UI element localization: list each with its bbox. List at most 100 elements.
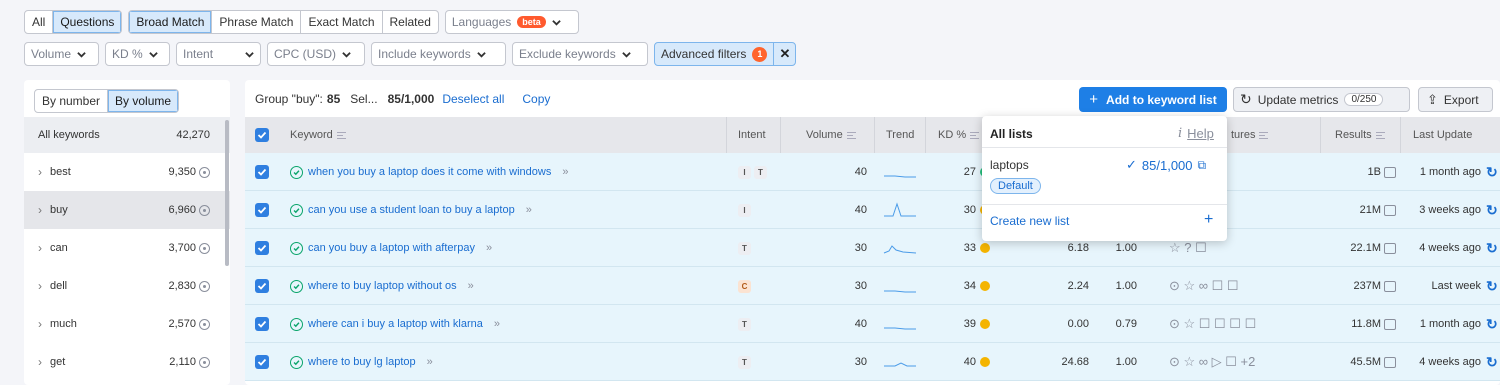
- check-circle-icon: [290, 165, 303, 179]
- add-to-keyword-list-button[interactable]: + Add to keyword list: [1079, 87, 1227, 112]
- exclude-keywords-dropdown[interactable]: Exclude keywords: [512, 42, 648, 66]
- chevron-right-icon[interactable]: ›: [38, 355, 42, 369]
- kd-cell: 40: [935, 343, 990, 381]
- all-keywords-row[interactable]: All keywords 42,270: [24, 117, 230, 153]
- group-item[interactable]: › can 3,700: [24, 229, 230, 267]
- advanced-filters-main[interactable]: Advanced filters 1: [655, 43, 773, 65]
- serp-snapshot-icon[interactable]: [1384, 204, 1396, 216]
- trend-column-header[interactable]: Trend: [886, 117, 914, 153]
- serp-features-column-header[interactable]: tures: [1231, 117, 1269, 153]
- group-item[interactable]: › best 9,350: [24, 153, 230, 191]
- results-column-header[interactable]: Results: [1335, 117, 1385, 153]
- row-checkbox[interactable]: [255, 305, 269, 343]
- chevron-right-icon[interactable]: ›: [38, 165, 42, 179]
- table-row[interactable]: where can i buy a laptop with klarna » T 40…: [245, 305, 1500, 343]
- intent-dropdown[interactable]: Intent: [176, 42, 261, 66]
- row-checkbox[interactable]: [255, 343, 269, 381]
- group-item[interactable]: › dell 2,830: [24, 267, 230, 305]
- select-all-checkbox[interactable]: [255, 117, 269, 153]
- export-button[interactable]: ⇪ Export: [1418, 87, 1493, 112]
- create-new-list-link[interactable]: Create new list: [990, 214, 1069, 228]
- double-chevron-icon[interactable]: »: [494, 318, 500, 330]
- by-number-tab[interactable]: By number: [35, 90, 109, 112]
- group-item[interactable]: › get 2,110: [24, 343, 230, 381]
- table-row[interactable]: can you buy a laptop with afterpay » T 30 33…: [245, 229, 1500, 267]
- deselect-all-link[interactable]: Deselect all: [442, 92, 504, 106]
- chevron-right-icon[interactable]: ›: [38, 203, 42, 217]
- match-broad[interactable]: Broad Match: [129, 11, 213, 33]
- refresh-icon[interactable]: ↻: [1486, 191, 1498, 229]
- row-checkbox[interactable]: [255, 191, 269, 229]
- kd-value: 34: [963, 280, 976, 292]
- match-phrase[interactable]: Phrase Match: [212, 11, 302, 33]
- keyword-link[interactable]: when you buy a laptop does it come with …: [290, 153, 568, 191]
- volume-column-header[interactable]: Volume: [806, 117, 856, 153]
- scrollbar[interactable]: [225, 120, 229, 266]
- refresh-icon[interactable]: ↻: [1486, 305, 1498, 343]
- chevron-right-icon[interactable]: ›: [38, 279, 42, 293]
- serp-snapshot-icon[interactable]: [1384, 166, 1396, 178]
- scope-questions[interactable]: Questions: [53, 11, 122, 33]
- group-item[interactable]: › much 2,570: [24, 305, 230, 343]
- list-count-link[interactable]: ✓ 85/1,000 ⧉: [1126, 157, 1206, 173]
- refresh-icon[interactable]: ↻: [1486, 343, 1498, 381]
- keyword-link[interactable]: can you use a student loan to buy a lapt…: [290, 191, 532, 229]
- double-chevron-icon[interactable]: »: [526, 204, 532, 216]
- table-row[interactable]: when you buy a laptop does it come with …: [245, 153, 1500, 191]
- last-update-column-header[interactable]: Last Update: [1413, 117, 1472, 153]
- match-related[interactable]: Related: [383, 11, 438, 33]
- refresh-icon[interactable]: ↻: [1486, 229, 1498, 267]
- include-keywords-dropdown[interactable]: Include keywords: [371, 42, 506, 66]
- trend-cell: [883, 153, 917, 191]
- keyword-column-header[interactable]: Keyword: [290, 117, 346, 153]
- keyword-link[interactable]: can you buy a laptop with afterpay »: [290, 229, 492, 267]
- chevron-right-icon[interactable]: ›: [38, 241, 42, 255]
- keyword-link[interactable]: where to buy lg laptop »: [290, 343, 433, 381]
- serp-snapshot-icon[interactable]: [1384, 318, 1396, 330]
- match-exact[interactable]: Exact Match: [301, 11, 383, 33]
- double-chevron-icon[interactable]: »: [468, 280, 474, 292]
- serp-snapshot-icon[interactable]: [1384, 280, 1396, 292]
- by-volume-tab[interactable]: By volume: [108, 90, 179, 112]
- double-chevron-icon[interactable]: »: [427, 356, 433, 368]
- languages-dropdown[interactable]: Languages beta: [444, 10, 579, 34]
- results-value: 237M: [1353, 280, 1381, 292]
- row-checkbox[interactable]: [255, 153, 269, 191]
- double-chevron-icon[interactable]: »: [486, 242, 492, 254]
- kd-column-header[interactable]: KD %: [938, 117, 980, 153]
- cpc-dropdown[interactable]: CPC (USD): [267, 42, 365, 66]
- help-link[interactable]: i Help: [1178, 126, 1214, 141]
- update-metrics-button[interactable]: ↻ Update metrics 0/250: [1233, 87, 1410, 112]
- group-name: can: [50, 242, 68, 254]
- table-row[interactable]: can you use a student loan to buy a lapt…: [245, 191, 1500, 229]
- copy-link[interactable]: Copy: [522, 92, 550, 106]
- table-row[interactable]: where to buy lg laptop » T 30 40 24.68 1.00 ⊙ ☆…: [245, 343, 1500, 381]
- eye-icon[interactable]: [199, 242, 210, 254]
- plus-icon[interactable]: +: [1204, 211, 1213, 229]
- row-checkbox[interactable]: [255, 267, 269, 305]
- eye-icon[interactable]: [199, 204, 210, 216]
- close-icon[interactable]: ✕: [773, 43, 795, 65]
- advanced-filters-button[interactable]: Advanced filters 1 ✕: [654, 42, 797, 66]
- serp-snapshot-icon[interactable]: [1384, 242, 1396, 254]
- refresh-icon[interactable]: ↻: [1486, 267, 1498, 305]
- eye-icon[interactable]: [199, 166, 210, 178]
- chevron-right-icon[interactable]: ›: [38, 317, 42, 331]
- eye-icon[interactable]: [199, 318, 210, 330]
- kd-dropdown[interactable]: KD %: [105, 42, 170, 66]
- serp-snapshot-icon[interactable]: [1384, 356, 1396, 368]
- eye-icon[interactable]: [199, 356, 210, 368]
- scope-all[interactable]: All: [25, 11, 54, 33]
- volume-dropdown[interactable]: Volume: [24, 42, 99, 66]
- keyword-link[interactable]: where to buy laptop without os »: [290, 267, 474, 305]
- kd-header-label: KD %: [938, 129, 967, 141]
- row-checkbox[interactable]: [255, 229, 269, 267]
- group-item[interactable]: › buy 6,960: [24, 191, 230, 229]
- table-row[interactable]: where to buy laptop without os » C 30 34 2.24…: [245, 267, 1500, 305]
- list-name[interactable]: laptops: [990, 158, 1029, 172]
- eye-icon[interactable]: [199, 280, 210, 292]
- refresh-icon[interactable]: ↻: [1486, 153, 1498, 191]
- double-chevron-icon[interactable]: »: [562, 166, 568, 178]
- intent-column-header[interactable]: Intent: [738, 117, 766, 153]
- keyword-link[interactable]: where can i buy a laptop with klarna »: [290, 305, 500, 343]
